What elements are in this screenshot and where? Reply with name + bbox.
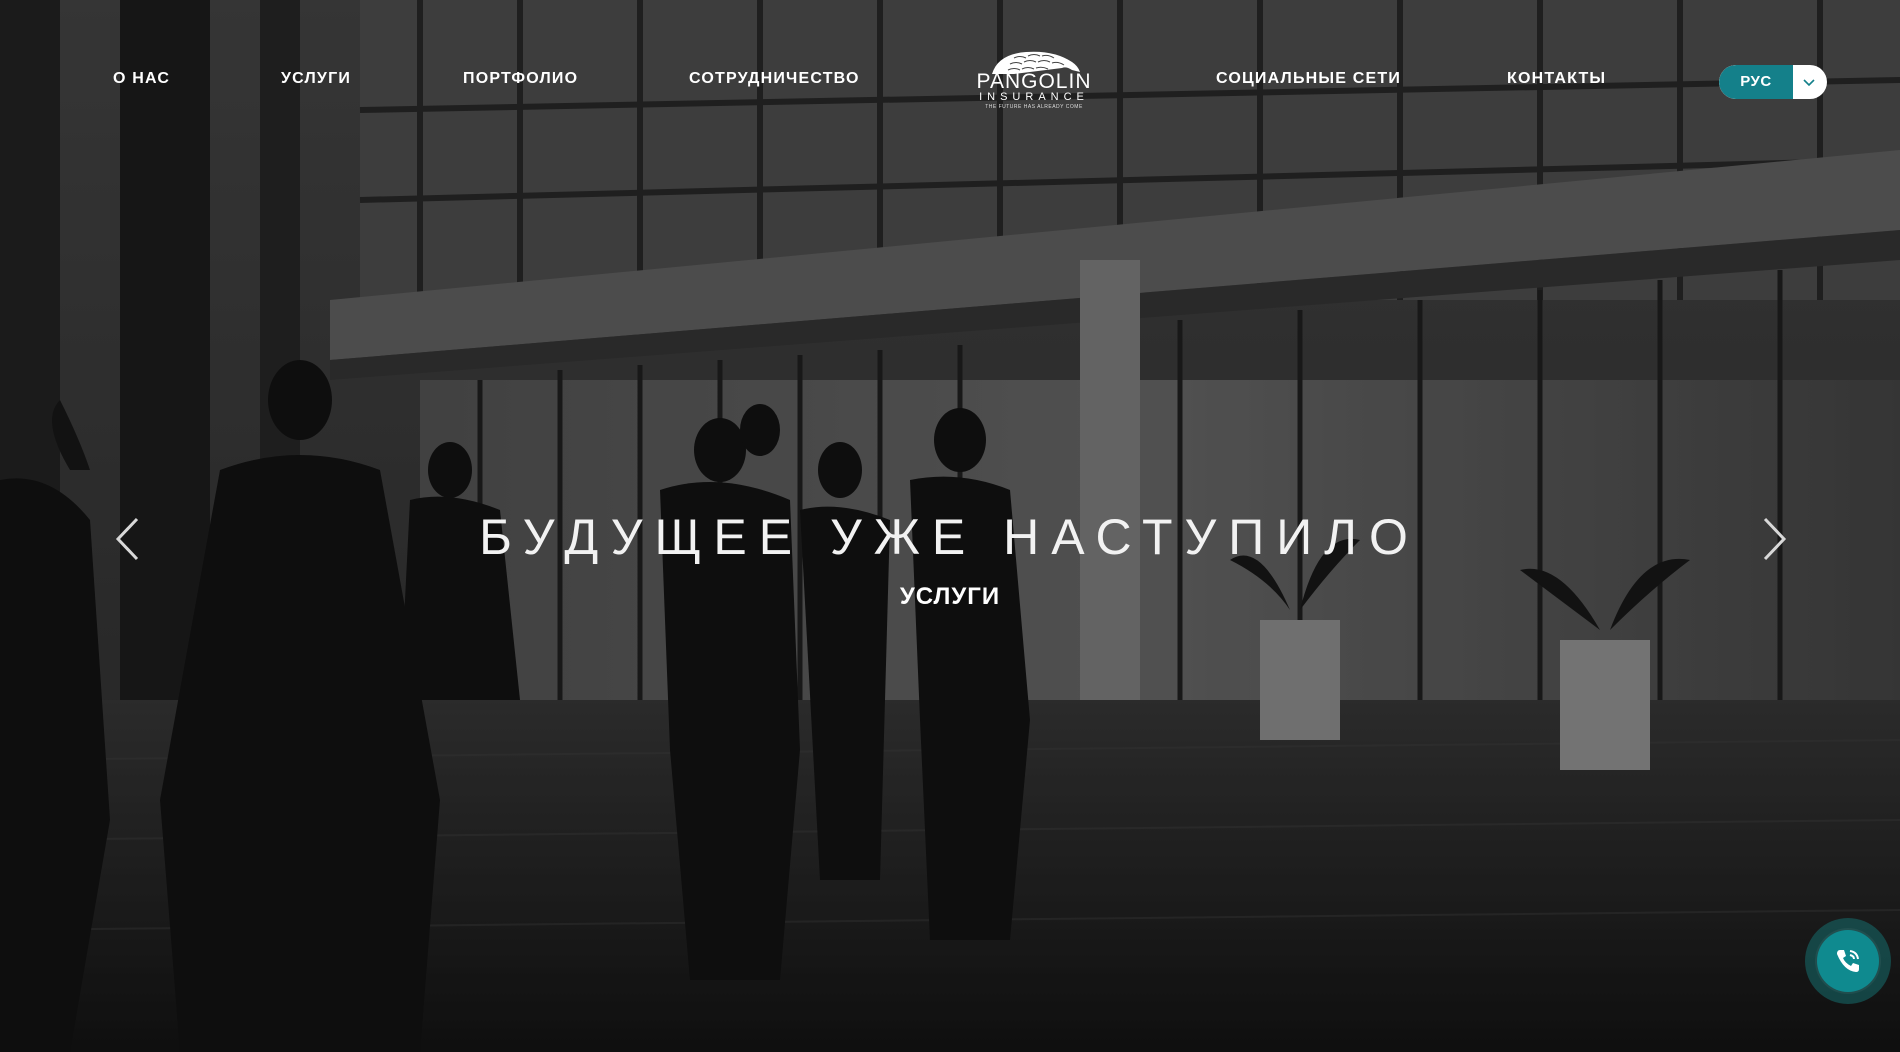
nav-about[interactable]: О НАС (113, 70, 170, 88)
language-selected-value: РУС (1719, 65, 1793, 99)
logo-subtitle: INSURANCE (979, 91, 1089, 103)
nav-portfolio[interactable]: ПОРТФОЛИО (463, 70, 578, 88)
site-header: О НАС УСЛУГИ ПОРТФОЛИО СОТРУДНИЧЕСТВО PA… (0, 0, 1900, 160)
hero-headline: БУДУЩЕЕ УЖЕ НАСТУПИЛО (479, 509, 1420, 565)
nav-social[interactable]: СОЦИАЛЬНЫЕ СЕТИ (1216, 70, 1401, 88)
site-logo[interactable]: PANGOLIN INSURANCE THE FUTURE HAS ALREAD… (964, 48, 1104, 118)
nav-contacts[interactable]: КОНТАКТЫ (1507, 70, 1606, 88)
logo-wordmark: PANGOLIN (976, 70, 1092, 93)
call-button-inner (1817, 930, 1879, 992)
hero-services-link[interactable]: УСЛУГИ (900, 583, 1000, 610)
logo-tagline: THE FUTURE HAS ALREADY COME (985, 104, 1083, 110)
nav-services[interactable]: УСЛУГИ (281, 70, 351, 88)
nav-cooperation[interactable]: СОТРУДНИЧЕСТВО (689, 70, 860, 88)
hero-services-link-wrapper: УСЛУГИ (0, 583, 1900, 611)
call-button[interactable] (1805, 918, 1891, 1004)
phone-icon (1837, 950, 1859, 972)
chevron-down-icon (1803, 79, 1815, 87)
hero-section: О НАС УСЛУГИ ПОРТФОЛИО СОТРУДНИЧЕСТВО PA… (0, 0, 1900, 1052)
language-select[interactable]: РУС (1719, 65, 1827, 99)
